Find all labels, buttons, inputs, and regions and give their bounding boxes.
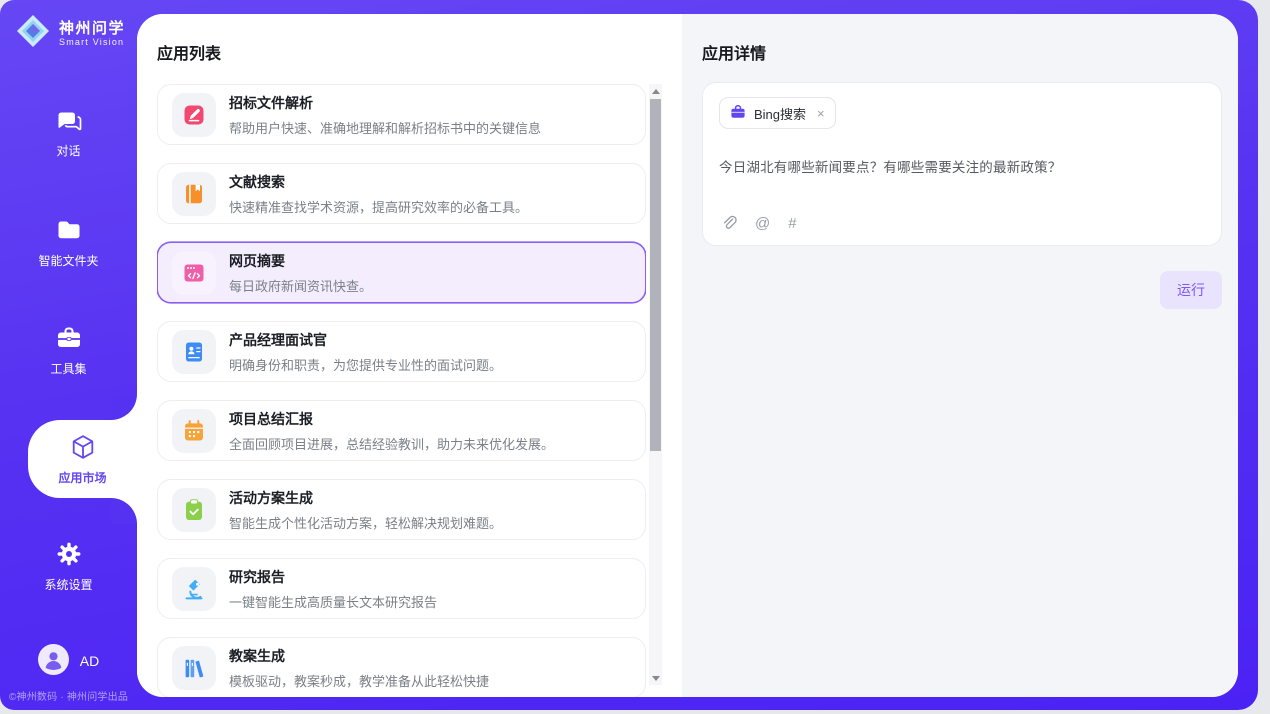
app-card-event-plan[interactable]: 活动方案生成智能生成个性化活动方案，轻松解决规划难题。 — [157, 479, 646, 540]
content-area: 应用列表 招标文件解析帮助用户快速、准确地理解和解析招标书中的关键信息文献搜索快… — [137, 14, 1238, 697]
tool-chip-label: Bing搜索 — [754, 104, 806, 123]
clipboard-check-icon — [172, 488, 216, 532]
app-card-text: 网页摘要每日政府新闻资讯快查。 — [229, 251, 372, 295]
scroll-up-arrow-icon[interactable] — [649, 85, 662, 97]
app-card-text: 文献搜索快速精准查找学术资源，提高研究效率的必备工具。 — [229, 172, 528, 216]
app-card-literature-search[interactable]: 文献搜索快速精准查找学术资源，提高研究效率的必备工具。 — [157, 163, 646, 224]
run-button[interactable]: 运行 — [1160, 271, 1222, 309]
app-card-description: 智能生成个性化活动方案，轻松解决规划难题。 — [229, 513, 502, 532]
sidebar: 神州问学 Smart Vision 对话智能文件夹工具集应用市场系统设置 AD … — [0, 0, 137, 710]
tool-chip-bing-search[interactable]: Bing搜索 × — [719, 97, 836, 129]
edit-doc-icon — [172, 93, 216, 137]
sidebar-item-label: 对话 — [56, 142, 80, 159]
sidebar-footer: ©神州数码 · 神州问学出品 — [0, 688, 137, 703]
sidebar-item-settings[interactable]: 系统设置 — [0, 540, 137, 593]
app-list-panel: 应用列表 招标文件解析帮助用户快速、准确地理解和解析招标书中的关键信息文献搜索快… — [137, 14, 682, 697]
chat-icon — [55, 106, 83, 134]
app-card-text: 项目总结汇报全面回顾项目进展，总结经验教训，助力未来优化发展。 — [229, 409, 554, 453]
app-card-name: 活动方案生成 — [229, 488, 502, 508]
app-card-pm-interviewer[interactable]: 产品经理面试官明确身份和职责，为您提供专业性的面试问题。 — [157, 321, 646, 382]
browser-code-icon — [172, 251, 216, 295]
app-card-lesson-plan[interactable]: 教案生成模板驱动，教案秒成，教学准备从此轻松快捷 — [157, 637, 646, 697]
app-card-description: 模板驱动，教案秒成，教学准备从此轻松快捷 — [229, 671, 489, 690]
list-scrollbar — [649, 84, 662, 685]
app-card-name: 网页摘要 — [229, 251, 372, 271]
sidebar-item-label: 应用市场 — [58, 469, 106, 486]
app-card-name: 招标文件解析 — [229, 93, 541, 113]
sidebar-item-label: 系统设置 — [44, 576, 92, 593]
app-card-description: 全面回顾项目进展，总结经验教训，助力未来优化发展。 — [229, 434, 554, 453]
interview-doc-icon — [172, 330, 216, 374]
paperclip-icon[interactable] — [720, 215, 737, 232]
app-card-bid-doc-analysis[interactable]: 招标文件解析帮助用户快速、准确地理解和解析招标书中的关键信息 — [157, 84, 646, 145]
app-detail-title: 应用详情 — [702, 40, 766, 64]
brand-name: 神州问学 — [59, 20, 125, 37]
app-card-text: 招标文件解析帮助用户快速、准确地理解和解析招标书中的关键信息 — [229, 93, 541, 137]
hash-icon[interactable]: # — [788, 216, 796, 231]
cube-icon — [69, 433, 97, 461]
sidebar-item-app-market[interactable]: 应用市场 — [28, 420, 137, 498]
chip-close-icon[interactable]: × — [817, 106, 825, 121]
folder-icon — [55, 216, 83, 244]
app-card-text: 活动方案生成智能生成个性化活动方案，轻松解决规划难题。 — [229, 488, 502, 532]
calendar-icon — [172, 409, 216, 453]
scroll-down-arrow-icon[interactable] — [649, 672, 662, 684]
app-card-project-summary[interactable]: 项目总结汇报全面回顾项目进展，总结经验教训，助力未来优化发展。 — [157, 400, 646, 461]
brand-logo: 神州问学 Smart Vision — [15, 13, 125, 54]
input-toolbar: @ # — [720, 215, 797, 232]
app-card-text: 研究报告一键智能生成高质量长文本研究报告 — [229, 567, 437, 611]
app-card-text: 产品经理面试官明确身份和职责，为您提供专业性的面试问题。 — [229, 330, 502, 374]
mention-icon[interactable]: @ — [755, 216, 770, 231]
app-card-name: 文献搜索 — [229, 172, 528, 192]
book-icon — [172, 172, 216, 216]
scrollbar-thumb[interactable] — [650, 99, 661, 451]
app-list-title: 应用列表 — [157, 40, 221, 64]
query-text[interactable]: 今日湖北有哪些新闻要点？有哪些需要关注的最新政策？ — [719, 156, 1205, 176]
query-input-card[interactable]: Bing搜索 × 今日湖北有哪些新闻要点？有哪些需要关注的最新政策？ @ # — [702, 82, 1222, 246]
brand-subtitle: Smart Vision — [59, 37, 125, 47]
user-initials: AD — [80, 653, 99, 669]
app-card-name: 研究报告 — [229, 567, 437, 587]
diamond-logo-icon — [15, 13, 51, 54]
app-card-description: 帮助用户快速、准确地理解和解析招标书中的关键信息 — [229, 118, 541, 137]
sidebar-item-chat[interactable]: 对话 — [0, 106, 137, 159]
app-card-description: 一键智能生成高质量长文本研究报告 — [229, 592, 437, 611]
app-card-description: 明确身份和职责，为您提供专业性的面试问题。 — [229, 355, 502, 374]
avatar-person-icon — [38, 644, 69, 678]
toolbox-icon — [55, 324, 83, 352]
gear-icon — [55, 540, 83, 568]
app-detail-panel: 应用详情 Bing搜索 × 今日湖北有哪些新闻要点？有哪些需要关注的最新政策？ — [682, 14, 1238, 697]
sidebar-item-toolset[interactable]: 工具集 — [0, 324, 137, 377]
app-card-description: 快速精准查找学术资源，提高研究效率的必备工具。 — [229, 197, 528, 216]
briefcase-icon — [730, 104, 746, 123]
sidebar-item-label: 工具集 — [50, 360, 86, 377]
sidebar-item-label: 智能文件夹 — [38, 252, 98, 269]
app-card-research-report[interactable]: 研究报告一键智能生成高质量长文本研究报告 — [157, 558, 646, 619]
app-card-text: 教案生成模板驱动，教案秒成，教学准备从此轻松快捷 — [229, 646, 489, 690]
user-account[interactable]: AD — [0, 644, 137, 678]
app-card-list: 招标文件解析帮助用户快速、准确地理解和解析招标书中的关键信息文献搜索快速精准查找… — [157, 84, 646, 697]
app-card-webpage-summary[interactable]: 网页摘要每日政府新闻资讯快查。 — [157, 242, 646, 303]
microscope-icon — [172, 567, 216, 611]
books-icon — [172, 646, 216, 690]
app-card-name: 教案生成 — [229, 646, 489, 666]
app-card-name: 项目总结汇报 — [229, 409, 554, 429]
sidebar-item-smart-folder[interactable]: 智能文件夹 — [0, 216, 137, 269]
app-card-name: 产品经理面试官 — [229, 330, 502, 350]
app-card-description: 每日政府新闻资讯快查。 — [229, 276, 372, 295]
concave-curve-top — [111, 394, 137, 420]
concave-curve-bottom — [111, 498, 137, 524]
